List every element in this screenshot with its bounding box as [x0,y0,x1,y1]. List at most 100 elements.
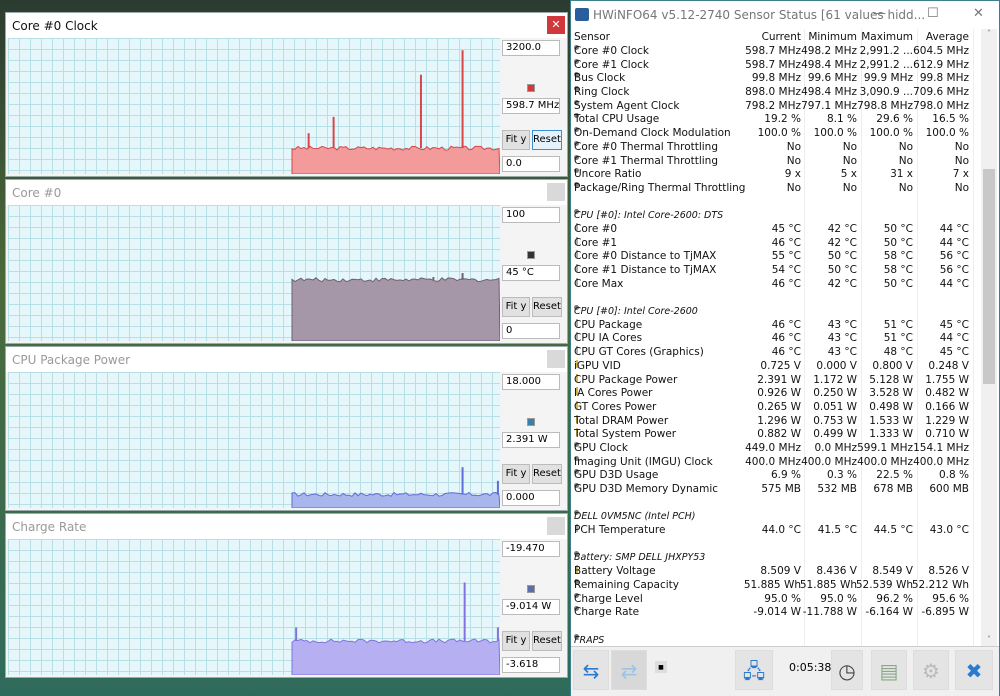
header-current[interactable]: Current [762,29,801,45]
sensor-row[interactable]: Uncore Ratio 9 x 5 x 31 x 7 x [571,168,981,182]
scroll-down-icon[interactable]: ˅ [981,635,997,644]
sensor-row[interactable]: Core #0 Distance to TjMAX 55 °C 50 °C 58 °C… [571,250,981,264]
section-header[interactable]: CPU [#0]: Intel Core-2600 [571,305,981,319]
series-color-swatch[interactable] [527,84,535,92]
sensor-row[interactable]: Core #0 Thermal Throttling No No No No [571,140,981,155]
sensor-row[interactable]: PCH Temperature 44.0 °C 41.5 °C 44.5 °C 43.0… [571,524,981,538]
graph-min-field[interactable]: -3.618 [502,657,560,673]
sensor-row[interactable]: Core #1 46 °C 42 °C 50 °C 44 °C [571,236,981,251]
sensor-value: 51 °C [883,332,913,345]
series-color-swatch[interactable] [527,251,535,259]
sensor-value: 50 °C [827,264,857,276]
sensor-row[interactable]: CPU Package 46 °C 43 °C 51 °C 45 °C [571,318,981,333]
vertical-scrollbar[interactable]: ˄ ˅ [981,29,997,646]
header-sensor[interactable]: Sensor [574,29,610,45]
sensor-name: Ring Clock [574,86,630,99]
sensor-value: 5.128 W [869,373,913,386]
sensor-row[interactable]: Package/Ring Thermal Throttling No No No No [571,181,981,196]
sensor-row[interactable]: CPU IA Cores 46 °C 43 °C 51 °C 44 °C [571,332,981,346]
sensor-row[interactable]: CPU GT Cores (Graphics) 46 °C 43 °C 48 °C 45… [571,346,981,360]
graph-max-field[interactable]: 100 [502,207,560,223]
navigate-arrows-icon[interactable]: ⇆ [573,650,609,690]
sensor-row[interactable]: IA Cores Power 0.926 W 0.250 W 3.528 W 0.482… [571,387,981,401]
graph-max-field[interactable]: -19.470 [502,541,560,557]
reset-button[interactable]: Reset [532,631,562,651]
series-color-swatch[interactable] [527,418,535,426]
sensor-row[interactable]: GPU D3D Memory Dynamic 575 MB 532 MB 678 MB… [571,483,981,497]
fit-y-button[interactable]: Fit y [502,464,530,484]
sensor-name: Imaging Unit (IMGU) Clock [574,455,713,468]
report-icon[interactable]: ▤ [871,650,907,690]
sensor-value: 50 °C [883,236,913,249]
sensor-row[interactable]: System Agent Clock 798.2 MHz 797.1 MHz 798.… [571,99,981,114]
collapse-arrows-icon[interactable]: ⇄ [611,650,647,690]
sensor-row[interactable]: GT Cores Power 0.265 W 0.051 W 0.498 W 0.166… [571,400,981,415]
sensor-value: 44 °C [939,277,969,290]
sensor-value: 598.7 MHz [745,45,801,57]
fit-y-button[interactable]: Fit y [502,297,530,317]
sensor-row[interactable]: Total System Power 0.882 W 0.499 W 1.333 W 0… [571,428,981,442]
close-x-icon[interactable]: ✖ [955,650,993,690]
sensor-row[interactable]: Core #0 Clock 598.7 MHz 498.2 MHz 2,991.2 .… [571,45,981,59]
settings-gear-icon[interactable]: ⚙ [913,650,949,690]
reset-button[interactable]: Reset [532,464,562,484]
scroll-up-icon[interactable]: ˄ [981,29,997,38]
clock-icon[interactable]: ◷ [831,650,863,690]
reset-button[interactable]: Reset [532,130,562,150]
sensor-row[interactable]: Bus Clock 99.8 MHz 99.6 MHz 99.9 MHz 99.8 MH… [571,72,981,86]
sensor-row[interactable]: Charge Level 95.0 % 95.0 % 96.2 % 95.6 % [571,592,981,607]
graph-min-field[interactable]: 0.0 [502,156,560,172]
header-minimum[interactable]: Minimum [808,29,857,45]
sensor-name: Bus Clock [574,72,626,85]
section-header[interactable]: Battery: SMP DELL JHXPY53 [571,551,981,565]
graph-close-button[interactable]: ✕ [547,16,565,34]
network-icon[interactable]: 🖧 [735,650,773,690]
graph-close-button[interactable] [547,183,565,201]
series-color-swatch[interactable] [527,585,535,593]
sensor-value: 0.710 W [925,428,969,441]
section-header[interactable]: CPU [#0]: Intel Core-2600: DTS [571,209,981,223]
sensor-row[interactable]: Core Max 46 °C 42 °C 50 °C 44 °C [571,277,981,292]
scroll-thumb[interactable] [983,169,995,384]
sensor-row[interactable]: CPU Package Power 2.391 W 1.172 W 5.128 W 1.… [571,373,981,388]
graph-max-field[interactable]: 3200.0 [502,40,560,56]
sensor-row[interactable]: iGPU VID 0.725 V 0.000 V 0.800 V 0.248 V [571,359,981,374]
fit-y-button[interactable]: Fit y [502,130,530,150]
sensor-value: 0.499 W [813,428,857,441]
section-header[interactable]: DELL 0VM5NC (Intel PCH) [571,510,981,524]
fit-y-button[interactable]: Fit y [502,631,530,651]
sensor-name: Charge Rate [574,606,640,619]
sensor-row[interactable]: Imaging Unit (IMGU) Clock 400.0 MHz 400.0 … [571,455,981,470]
sensor-value: 52.539 Wh [855,578,913,591]
header-average[interactable]: Average [926,29,969,45]
graph-max-field[interactable]: 18.000 [502,374,560,390]
graph-min-field[interactable]: 0.000 [502,490,560,506]
sensor-row[interactable]: Total DRAM Power 1.296 W 0.753 W 1.533 W 1.2… [571,414,981,429]
graph-close-button[interactable] [547,350,565,368]
sensor-row[interactable]: Core #1 Thermal Throttling No No No No [571,154,981,169]
maximize-button[interactable]: ☐ [927,6,939,21]
reset-small-button[interactable]: ■ [655,661,667,673]
graph-close-button[interactable] [547,517,565,535]
sensor-row[interactable]: Total CPU Usage 19.2 % 8.1 % 29.6 % 16.5 % [571,113,981,127]
sensor-row[interactable]: Ring Clock 898.0 MHz 498.4 MHz 3,090.9 ... 7… [571,86,981,100]
graph-min-field[interactable]: 0 [502,323,560,339]
reset-button[interactable]: Reset [532,297,562,317]
sensor-row[interactable]: Core #1 Distance to TjMAX 54 °C 50 °C 58 °C… [571,264,981,278]
sensor-value: 798.2 MHz [745,99,801,112]
sensor-row[interactable]: On-Demand Clock Modulation 100.0 % 100.0 %… [571,127,981,141]
close-button[interactable]: ✕ [973,6,984,21]
sensor-row[interactable]: Battery Voltage 8.509 V 8.436 V 8.549 V 8.52… [571,565,981,579]
sensor-row[interactable]: GPU D3D Usage 6.9 % 0.3 % 22.5 % 0.8 % [571,469,981,483]
minimize-button[interactable]: — [873,6,886,21]
section-header[interactable]: FRAPS [571,633,981,646]
sensor-row[interactable]: Core #0 45 °C 42 °C 50 °C 44 °C [571,222,981,237]
header-maximum[interactable]: Maximum [861,29,913,45]
sensor-value: 1.755 W [925,373,969,386]
sensor-value: 0.250 W [813,387,857,400]
sensor-row[interactable]: Core #1 Clock 598.7 MHz 498.4 MHz 2,991.2 .… [571,58,981,73]
sensor-row[interactable]: GPU Clock 449.0 MHz 0.0 MHz 599.1 MHz 154.1 … [571,441,981,456]
sensor-row[interactable]: Remaining Capacity 51.885 Wh 51.885 Wh 52.5… [571,578,981,593]
sensor-value: No [954,140,969,153]
sensor-row[interactable]: Charge Rate -9.014 W -11.788 W -6.164 W -6.8… [571,606,981,620]
